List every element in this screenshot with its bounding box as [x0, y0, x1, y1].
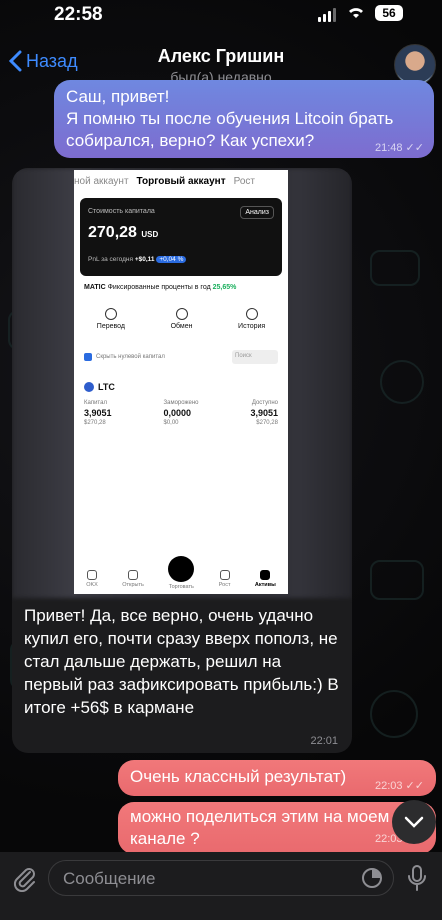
photo-bottom-nav: OKX Открыть Торговать Рост Активы: [74, 556, 288, 590]
message-time: 21:48 ✓✓: [374, 142, 424, 154]
message-text: можно поделиться этим на моем канале ?: [130, 807, 390, 848]
message-outgoing[interactable]: Очень классный результат) 22:03 ✓✓: [118, 760, 436, 796]
signal-icon: [318, 8, 336, 22]
message-text: Привет! Да, все верно, очень удачно купи…: [24, 606, 339, 717]
microphone-icon[interactable]: [407, 864, 427, 892]
message-text: Саш, привет! Я помню ты после обучения L…: [66, 87, 394, 150]
wifi-icon: [349, 8, 363, 18]
status-bar: 22:58 56: [0, 0, 442, 32]
message-outgoing[interactable]: можно поделиться этим на моем канале ? 2…: [118, 802, 436, 854]
ltc-balances: Капитал 3,9051 $270,28 Заморожено 0,0000 $0,…: [84, 400, 278, 426]
scroll-down-button[interactable]: [392, 800, 436, 844]
message-incoming[interactable]: ной аккаунт Торговый аккаунт Рост Стоимо…: [12, 168, 352, 753]
screenshot-photo[interactable]: ной аккаунт Торговый аккаунт Рост Стоимо…: [74, 170, 288, 594]
attach-icon[interactable]: [12, 864, 38, 892]
photo-actions: Перевод Обмен История: [74, 308, 288, 330]
hide-zero-checkbox: Скрыть нулевой капитал: [84, 353, 165, 361]
status-time: 22:58: [54, 4, 103, 25]
chevron-down-icon: [404, 816, 424, 828]
capital-card: Стоимость капитала Анализ 270,28 USD PnL…: [80, 198, 282, 276]
sticker-icon[interactable]: [361, 867, 383, 889]
message-outgoing[interactable]: Саш, привет! Я помню ты после обучения L…: [54, 80, 434, 158]
photo-tabs: ной аккаунт Торговый аккаунт Рост: [74, 176, 255, 187]
message-input[interactable]: [63, 869, 343, 889]
message-input-bar: [0, 852, 442, 920]
ltc-row: LTC: [84, 382, 115, 392]
message-time: 22:03 ✓✓: [374, 780, 424, 792]
chat-title[interactable]: Алекс Гришин: [0, 46, 442, 67]
message-field[interactable]: [48, 860, 394, 896]
message-time: 22:01: [310, 735, 338, 747]
message-text: Очень классный результат): [130, 767, 347, 786]
matic-promo: MATIC Фиксированные проценты в год 25,65…: [84, 284, 237, 291]
battery-indicator: 56: [375, 5, 403, 21]
photo-search: Поиск: [232, 350, 278, 364]
